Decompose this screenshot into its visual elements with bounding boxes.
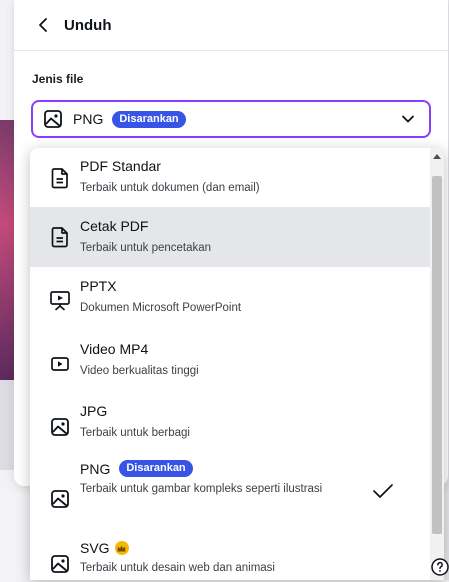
back-button[interactable]: [32, 14, 54, 36]
option-mp4[interactable]: Video MP4 Video berkualitas tinggi: [30, 331, 430, 393]
chevron-down-icon: [401, 114, 415, 124]
image-icon: [48, 552, 72, 576]
recommended-badge: Disarankan: [119, 460, 193, 477]
editor-backdrop-left-lower: [0, 380, 14, 470]
panel-header: Unduh: [14, 0, 448, 51]
page-title: Unduh: [64, 16, 112, 34]
option-jpg[interactable]: JPG Terbaik untuk berbagi: [30, 394, 430, 456]
option-title: JPG: [80, 403, 108, 419]
option-subtitle: Terbaik untuk gambar kompleks seperti il…: [80, 483, 323, 495]
chevron-left-icon: [39, 18, 47, 32]
option-title: Video MP4: [80, 341, 149, 357]
option-pptx[interactable]: PPTX Dokumen Microsoft PowerPoint: [30, 268, 430, 330]
option-subtitle: Terbaik untuk desain web dan animasi: [80, 562, 275, 574]
option-title: PPTX: [80, 278, 117, 294]
file-type-label: Jenis file: [32, 72, 84, 86]
image-icon: [44, 110, 62, 128]
option-subtitle: Dokumen Microsoft PowerPoint: [80, 302, 242, 314]
option-title: Cetak PDF: [80, 218, 149, 234]
option-svg[interactable]: SVG Terbaik untuk desain web dan animasi: [30, 537, 430, 580]
option-png[interactable]: PNG Disarankan Terbaik untuk gambar komp…: [30, 457, 430, 537]
option-title: PNG: [80, 460, 111, 477]
recommended-badge: Disarankan: [112, 110, 186, 128]
crown-icon: [114, 541, 129, 555]
scrollbar-thumb[interactable]: [432, 176, 442, 534]
scroll-up-arrow-icon[interactable]: [433, 154, 441, 159]
checkmark-icon: [372, 483, 394, 504]
option-pdf-standard[interactable]: PDF Standar Terbaik untuk dokumen (dan e…: [30, 148, 430, 206]
image-icon: [48, 415, 72, 439]
document-icon: [48, 225, 72, 249]
file-type-select[interactable]: PNG Disarankan: [31, 100, 431, 138]
image-icon: [48, 487, 72, 511]
editor-backdrop-left: [0, 120, 14, 380]
dropdown-scrollbar[interactable]: [430, 148, 444, 580]
selected-format: PNG: [73, 111, 104, 127]
help-icon[interactable]: [429, 557, 449, 577]
option-title: SVG: [80, 540, 110, 556]
file-type-dropdown: PDF Standar Terbaik untuk dokumen (dan e…: [30, 148, 444, 580]
option-subtitle: Terbaik untuk berbagi: [80, 427, 190, 439]
presentation-icon: [48, 288, 72, 312]
option-subtitle: Terbaik untuk dokumen (dan email): [80, 182, 260, 194]
video-icon: [48, 352, 72, 376]
document-icon: [48, 166, 72, 190]
option-title: PDF Standar: [80, 158, 161, 174]
option-subtitle: Terbaik untuk pencetakan: [80, 242, 212, 254]
option-subtitle: Video berkualitas tinggi: [80, 365, 199, 377]
option-print-pdf[interactable]: Cetak PDF Terbaik untuk pencetakan: [30, 207, 430, 267]
